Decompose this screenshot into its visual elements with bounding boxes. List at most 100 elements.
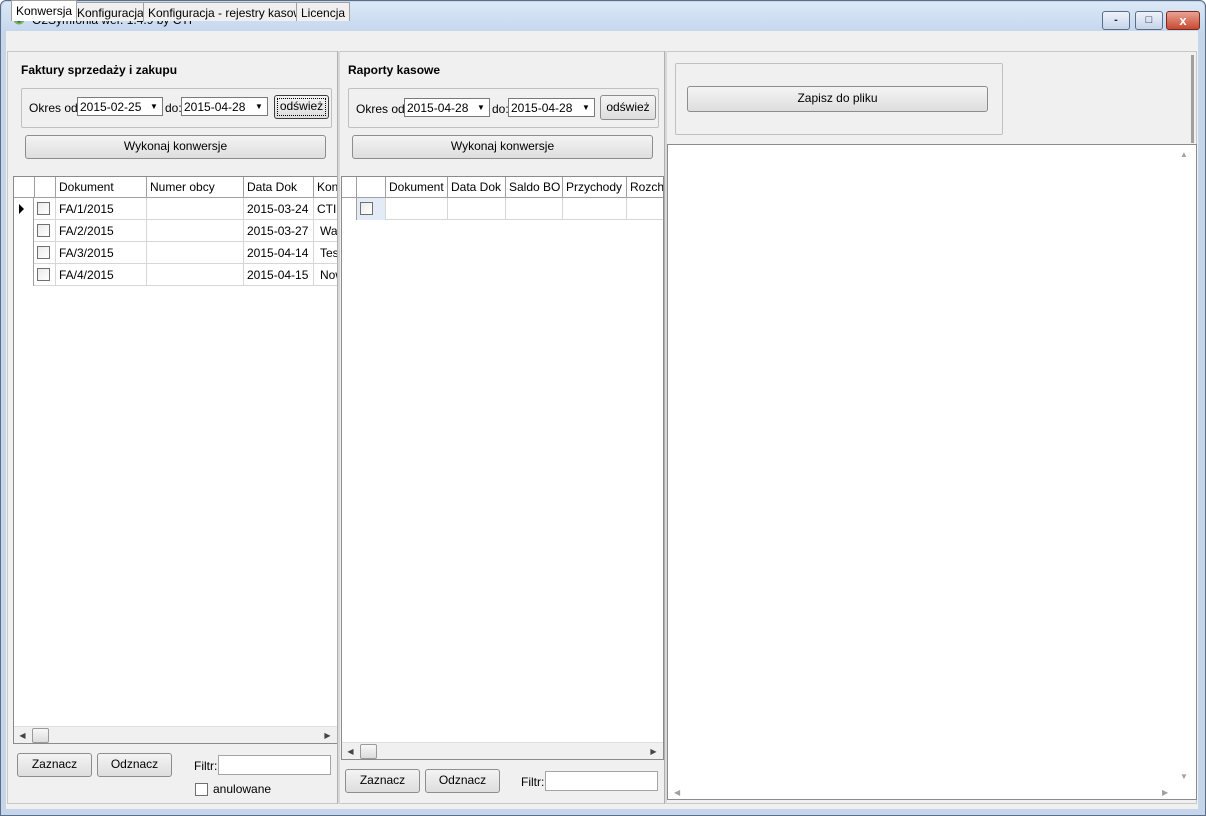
cancelled-checkbox[interactable]	[195, 783, 208, 796]
cell-przychody[interactable]	[563, 198, 627, 220]
tab-konfiguracja[interactable]: Konfiguracja	[72, 2, 149, 21]
cell-dokument[interactable]	[386, 198, 448, 220]
chevron-down-icon[interactable]: ▼	[579, 100, 593, 115]
cell-dokument[interactable]: FA/3/2015	[56, 242, 147, 264]
row-checkbox[interactable]	[37, 224, 50, 237]
row-header-corner	[342, 177, 357, 198]
select-column-header[interactable]	[357, 177, 386, 198]
minimize-button[interactable]: -	[1102, 11, 1130, 30]
chevron-down-icon[interactable]: ▼	[147, 99, 161, 114]
cell-data-dok[interactable]	[448, 198, 506, 220]
row-checkbox[interactable]	[37, 202, 50, 215]
scroll-right-arrow-icon[interactable]: ▶	[1162, 788, 1168, 797]
row-select-cell[interactable]	[35, 242, 56, 264]
scroll-down-arrow-icon[interactable]: ▼	[1180, 772, 1188, 781]
invoices-deselect-all-button[interactable]: Odznacz	[97, 753, 172, 777]
cell-dokument[interactable]: FA/1/2015	[56, 198, 147, 220]
row-select-cell[interactable]	[35, 220, 56, 242]
cash-to-date[interactable]: 2015-04-28 ▼	[508, 98, 595, 117]
row-header[interactable]	[14, 242, 34, 264]
row-select-cell[interactable]	[35, 264, 56, 286]
row-header[interactable]	[14, 264, 34, 286]
cell-dokument[interactable]: FA/4/2015	[56, 264, 147, 286]
invoices-to-date[interactable]: 2015-04-28 ▼	[181, 97, 268, 116]
cell-saldo-bo[interactable]	[506, 198, 563, 220]
invoices-convert-button[interactable]: Wykonaj konwersje	[25, 135, 326, 159]
cash-refresh-button[interactable]: odśwież	[600, 95, 656, 120]
row-select-cell[interactable]	[357, 198, 386, 220]
output-textarea[interactable]	[667, 144, 1197, 800]
cell-kontrahent[interactable]: CTI	[314, 198, 337, 220]
cash-from-date[interactable]: 2015-04-28 ▼	[404, 98, 490, 117]
column-header-rozchody[interactable]: Rozcho	[627, 177, 663, 198]
maximize-button[interactable]: □	[1135, 11, 1163, 30]
scroll-left-arrow-icon[interactable]: ◀	[674, 788, 680, 797]
scroll-up-arrow-icon[interactable]: ▲	[1180, 150, 1188, 159]
cell-numer-obcy[interactable]	[147, 264, 244, 286]
cell-numer-obcy[interactable]	[147, 198, 244, 220]
row-checkbox[interactable]	[360, 202, 373, 215]
table-row-new[interactable]	[342, 198, 663, 220]
table-row[interactable]: FA/4/2015 2015-04-15 Now	[14, 264, 337, 286]
cash-select-all-button[interactable]: Zaznacz	[345, 769, 420, 793]
row-header[interactable]	[14, 220, 34, 242]
row-select-cell[interactable]	[35, 198, 56, 220]
tab-konwersja[interactable]: Konwersja	[11, 0, 78, 21]
scrollbar-thumb[interactable]	[32, 728, 49, 743]
cell-data-dok[interactable]: 2015-03-27	[244, 220, 314, 242]
scroll-left-arrow-icon[interactable]: ◀	[14, 727, 31, 743]
invoices-horizontal-scrollbar[interactable]: ◀ ▶	[14, 726, 337, 743]
tab-konfiguracja-rejestry[interactable]: Konfiguracja - rejestry kasowe	[143, 2, 314, 21]
tab-licencja[interactable]: Licencja	[296, 2, 351, 21]
invoices-refresh-button[interactable]: odśwież	[274, 95, 329, 119]
row-checkbox[interactable]	[37, 268, 50, 281]
cell-data-dok[interactable]: 2015-03-24	[244, 198, 314, 220]
chevron-down-icon[interactable]: ▼	[252, 99, 266, 114]
column-header-przychody[interactable]: Przychody	[563, 177, 627, 198]
cell-data-dok[interactable]: 2015-04-14	[244, 242, 314, 264]
cash-convert-button[interactable]: Wykonaj konwersje	[352, 135, 653, 159]
scroll-right-arrow-icon[interactable]: ▶	[319, 727, 336, 743]
row-header[interactable]	[14, 198, 34, 220]
chevron-down-icon[interactable]: ▼	[474, 100, 488, 115]
cell-kontrahent[interactable]: Now	[314, 264, 337, 286]
cell-numer-obcy[interactable]	[147, 220, 244, 242]
cash-deselect-all-button[interactable]: Odznacz	[425, 769, 500, 793]
scroll-right-arrow-icon[interactable]: ▶	[645, 743, 662, 759]
invoices-from-date[interactable]: 2015-02-25 ▼	[77, 97, 163, 116]
table-row[interactable]: FA/3/2015 2015-04-14 Tes	[14, 242, 337, 264]
column-header-kontrahent[interactable]: Kont	[314, 177, 337, 198]
invoices-select-all-button[interactable]: Zaznacz	[17, 753, 92, 777]
row-checkbox[interactable]	[37, 246, 50, 259]
save-to-file-button[interactable]: Zapisz do pliku	[687, 86, 988, 112]
cash-filter-input[interactable]	[545, 771, 658, 791]
tab-label: Konfiguracja - rejestry kasowe	[148, 6, 309, 20]
select-column-header[interactable]	[35, 177, 56, 198]
close-button[interactable]: x	[1166, 11, 1200, 30]
column-header-data-dok[interactable]: Data Dok	[244, 177, 314, 198]
output-top-divider	[1191, 55, 1194, 143]
cash-filter-label: Filtr:	[521, 775, 545, 789]
cash-from-label: Okres od:	[356, 102, 409, 116]
scroll-left-arrow-icon[interactable]: ◀	[342, 743, 359, 759]
table-row[interactable]: FA/1/2015 2015-03-24 CTI	[14, 198, 337, 220]
cell-dokument[interactable]: FA/2/2015	[56, 220, 147, 242]
row-header[interactable]	[342, 198, 357, 220]
column-header-data-dok[interactable]: Data Dok	[448, 177, 506, 198]
column-header-dokument[interactable]: Dokument	[56, 177, 147, 198]
invoices-to-label: do:	[165, 101, 182, 115]
column-header-numer-obcy[interactable]: Numer obcy	[147, 177, 244, 198]
panel-splitter-left[interactable]	[337, 51, 340, 804]
cell-rozchody[interactable]	[627, 198, 663, 220]
table-row[interactable]: FA/2/2015 2015-03-27 Wa	[14, 220, 337, 242]
column-header-dokument[interactable]: Dokument	[386, 177, 448, 198]
invoices-filter-input[interactable]	[218, 755, 331, 775]
column-header-saldo-bo[interactable]: Saldo BO	[506, 177, 563, 198]
cash-horizontal-scrollbar[interactable]: ◀ ▶	[342, 742, 663, 759]
cell-kontrahent[interactable]: Tes	[314, 242, 337, 264]
scrollbar-thumb[interactable]	[360, 744, 377, 759]
cell-kontrahent[interactable]: Wa	[314, 220, 337, 242]
cell-numer-obcy[interactable]	[147, 242, 244, 264]
cell-data-dok[interactable]: 2015-04-15	[244, 264, 314, 286]
cash-reports-title: Raporty kasowe	[348, 63, 441, 77]
